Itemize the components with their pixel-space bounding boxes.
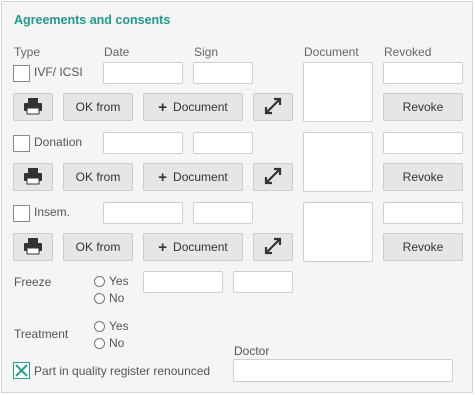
printer-icon (23, 167, 43, 188)
donation-label: Donation (34, 135, 83, 149)
ivf-icsi-checkbox[interactable] (13, 65, 30, 82)
printer-icon (23, 237, 43, 258)
treatment-no-radio[interactable] (94, 338, 105, 349)
insem-ok-from-button[interactable]: OK from (63, 233, 133, 261)
treatment-yes-label: Yes (109, 319, 129, 333)
donation-document-button-label: Document (173, 170, 228, 184)
doctor-field[interactable] (233, 359, 453, 382)
insem-document-button[interactable]: + Document (143, 233, 243, 261)
expand-icon (263, 96, 283, 119)
insem-date-field[interactable] (103, 202, 183, 224)
freeze-sign-field[interactable] (233, 271, 293, 293)
treatment-no-label: No (109, 336, 125, 350)
freeze-yes-radio[interactable] (94, 276, 105, 287)
donation-ok-from-button[interactable]: OK from (63, 163, 133, 191)
ivf-icsi-label: IVF/ ICSI (34, 65, 83, 79)
freeze-date-field[interactable] (143, 271, 223, 293)
treatment-yes-radio[interactable] (94, 321, 105, 332)
quality-register-checkbox[interactable] (13, 362, 30, 379)
freeze-yes-label: Yes (109, 274, 129, 288)
insem-document-box[interactable] (303, 202, 373, 262)
insem-label: Insem. (34, 205, 71, 219)
freeze-no-label: No (109, 291, 125, 305)
plus-icon: + (158, 238, 168, 256)
header-type: Type (14, 45, 41, 59)
insem-checkbox[interactable] (13, 205, 30, 222)
donation-revoke-button[interactable]: Revoke (383, 163, 463, 191)
ivf-document-box[interactable] (303, 62, 373, 122)
ivf-document-button[interactable]: + Document (143, 93, 243, 121)
doctor-label: Doctor (234, 344, 270, 358)
ivf-document-button-label: Document (173, 100, 228, 114)
section-title: Agreements and consents (14, 13, 171, 27)
header-date: Date (104, 45, 130, 59)
donation-print-button[interactable] (13, 163, 53, 191)
donation-revoked-field[interactable] (383, 132, 463, 154)
donation-checkbox[interactable] (13, 135, 30, 152)
check-x-icon (15, 364, 28, 377)
printer-icon (23, 97, 43, 118)
insem-sign-field[interactable] (193, 202, 253, 224)
header-revoked: Revoked (384, 45, 432, 59)
ivf-ok-from-button[interactable]: OK from (63, 93, 133, 121)
insem-expand-button[interactable] (253, 233, 293, 261)
donation-date-field[interactable] (103, 132, 183, 154)
header-document: Document (304, 45, 359, 59)
quality-register-label: Part in quality register renounced (34, 364, 211, 378)
donation-document-box[interactable] (303, 132, 373, 192)
plus-icon: + (158, 168, 168, 186)
expand-icon (263, 236, 283, 259)
freeze-no-radio[interactable] (94, 293, 105, 304)
agreements-panel: Agreements and consents Type Date Sign D… (1, 1, 473, 393)
ivf-sign-field[interactable] (193, 62, 253, 84)
ivf-revoke-button[interactable]: Revoke (383, 93, 463, 121)
donation-sign-field[interactable] (193, 132, 253, 154)
freeze-label: Freeze (14, 275, 52, 289)
donation-document-button[interactable]: + Document (143, 163, 243, 191)
donation-expand-button[interactable] (253, 163, 293, 191)
insem-document-button-label: Document (173, 240, 228, 254)
header-sign: Sign (194, 45, 219, 59)
insem-revoked-field[interactable] (383, 202, 463, 224)
treatment-label: Treatment (14, 327, 69, 341)
expand-icon (263, 166, 283, 189)
ivf-date-field[interactable] (103, 62, 183, 84)
insem-revoke-button[interactable]: Revoke (383, 233, 463, 261)
insem-print-button[interactable] (13, 233, 53, 261)
ivf-print-button[interactable] (13, 93, 53, 121)
ivf-revoked-field[interactable] (383, 62, 463, 84)
plus-icon: + (158, 98, 168, 116)
ivf-expand-button[interactable] (253, 93, 293, 121)
